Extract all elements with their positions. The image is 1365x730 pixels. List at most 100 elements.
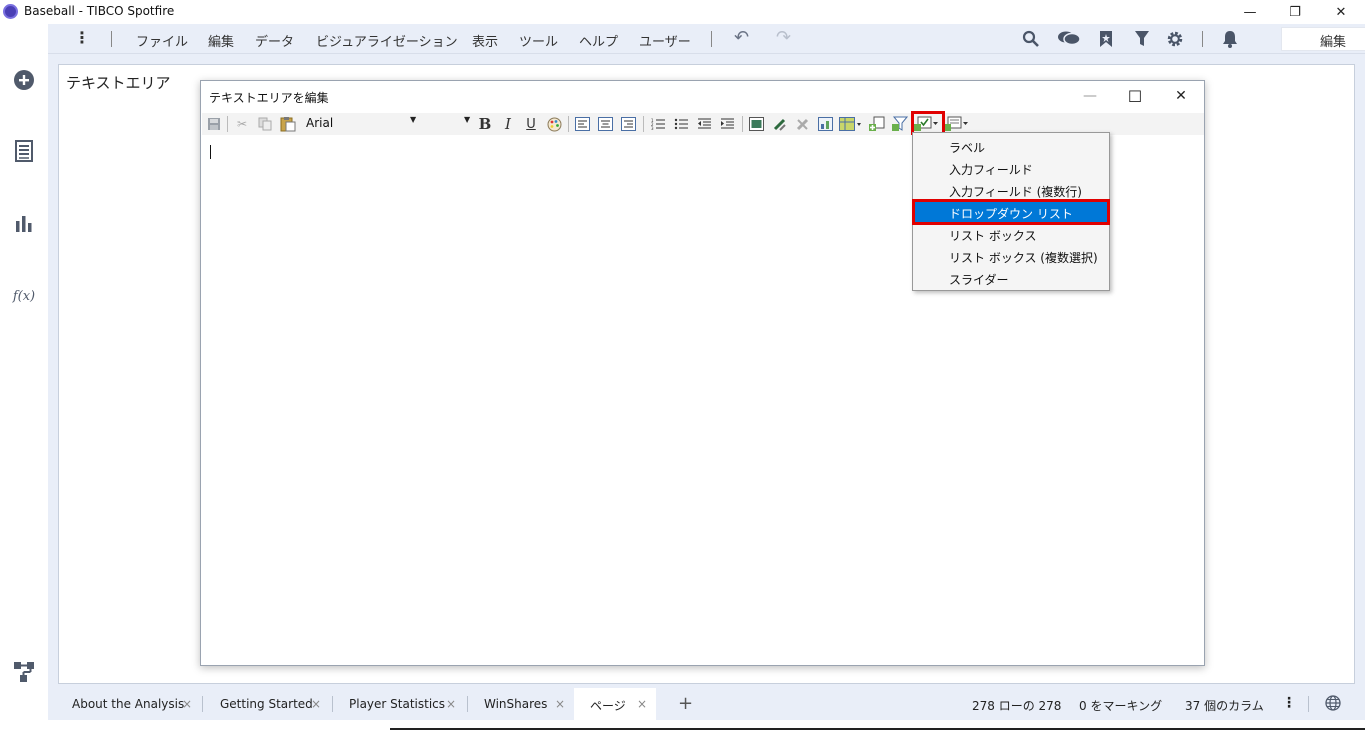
color-palette-icon[interactable] xyxy=(545,115,563,133)
tab-about-the-analysis[interactable]: About the Analysis × xyxy=(48,688,202,720)
close-icon[interactable]: × xyxy=(555,697,565,711)
toolbar-divider xyxy=(227,116,228,132)
insert-link-icon[interactable] xyxy=(770,115,788,133)
menu-file[interactable]: ファイル xyxy=(136,31,188,50)
tab-label: WinShares xyxy=(484,697,548,711)
insert-dynamic-item-dropdown-icon[interactable] xyxy=(944,115,970,133)
tab-label: About the Analysis xyxy=(72,697,185,711)
status-divider xyxy=(1308,696,1309,712)
toolbar-divider xyxy=(568,116,569,132)
tab-page[interactable]: ページ × xyxy=(574,688,656,720)
comments-icon[interactable] xyxy=(1056,28,1082,50)
bullet-list-icon[interactable] xyxy=(672,115,690,133)
tab-getting-started[interactable]: Getting Started × xyxy=(203,688,332,720)
menu-edit[interactable]: 編集 xyxy=(208,31,234,50)
add-page-button[interactable]: + xyxy=(678,693,693,714)
menu-item-list-box[interactable]: リスト ボックス xyxy=(914,223,1108,245)
menu-data[interactable]: データ xyxy=(255,31,294,50)
numbered-list-icon[interactable]: 123 xyxy=(649,115,667,133)
dialog-maximize-button[interactable]: ☐ xyxy=(1115,85,1155,107)
menu-divider xyxy=(711,31,712,47)
tab-label: ページ xyxy=(590,699,626,713)
property-control-menu: ラベル 入力フィールド 入力フィールド (複数行) ドロップダウン リスト リス… xyxy=(912,132,1110,291)
underline-button[interactable]: U xyxy=(522,115,540,133)
tab-winshares[interactable]: WinShares × xyxy=(468,688,574,720)
close-icon[interactable]: × xyxy=(311,697,321,711)
menu-item-input-field-multiline[interactable]: 入力フィールド (複数行) xyxy=(914,179,1108,201)
close-icon[interactable]: × xyxy=(446,697,456,711)
restore-button[interactable]: ❐ xyxy=(1272,0,1318,24)
gear-icon[interactable] xyxy=(1164,28,1186,50)
bookmark-icon[interactable] xyxy=(1095,28,1117,50)
menu-bar: ⋮ ファイル 編集 データ ビジュアライゼーション 表示 ツール ヘルプ ユーザ… xyxy=(48,24,1365,54)
dialog-close-button[interactable]: ✕ xyxy=(1161,85,1201,107)
title-bar: Baseball - TIBCO Spotfire — ❐ ✕ xyxy=(0,0,1365,24)
add-circle-icon[interactable] xyxy=(12,68,36,92)
copy-icon[interactable] xyxy=(256,115,274,133)
close-icon[interactable]: × xyxy=(637,697,647,711)
globe-icon[interactable] xyxy=(1325,695,1341,714)
filter-icon[interactable] xyxy=(1131,28,1153,50)
menu-view[interactable]: 表示 xyxy=(472,31,498,50)
left-sidebar: f(x) xyxy=(0,24,48,730)
menu-item-slider[interactable]: スライダー xyxy=(914,267,1108,289)
insert-image-icon[interactable] xyxy=(747,115,765,133)
insert-filter-icon[interactable] xyxy=(891,115,909,133)
menu-divider xyxy=(111,31,112,47)
mode-select-value: 編集 xyxy=(1320,35,1347,50)
menu-help[interactable]: ヘルプ xyxy=(579,31,618,50)
visualization-title: テキストエリア xyxy=(66,74,171,92)
row-count-status: 278 ローの 278 xyxy=(972,699,1062,713)
insert-table-dropdown-icon[interactable] xyxy=(839,115,863,133)
cut-icon[interactable]: ✂ xyxy=(233,115,251,133)
italic-button[interactable]: I xyxy=(499,115,517,133)
data-table-icon[interactable] xyxy=(12,139,36,163)
menu-visualization[interactable]: ビジュアライゼーション xyxy=(316,31,458,50)
insert-action-control-icon[interactable] xyxy=(868,115,886,133)
search-icon[interactable] xyxy=(1020,28,1042,50)
bar-chart-icon[interactable] xyxy=(12,211,36,235)
toolbar-divider xyxy=(643,116,644,132)
menu-tools[interactable]: ツール xyxy=(519,31,558,50)
align-left-icon[interactable] xyxy=(573,115,591,133)
column-count-status: 37 個のカラム xyxy=(1185,699,1264,713)
dialog-minimize-button[interactable]: — xyxy=(1070,85,1110,107)
outdent-icon[interactable] xyxy=(695,115,713,133)
menu-divider xyxy=(1202,31,1203,47)
svg-text:3: 3 xyxy=(651,126,654,131)
spotfire-logo-icon xyxy=(3,4,18,19)
tab-label: Getting Started xyxy=(220,697,313,711)
more-menu-button[interactable]: ⋮ xyxy=(74,28,90,47)
dialog-title: テキストエリアを編集 xyxy=(209,91,329,105)
save-icon[interactable] xyxy=(205,115,223,133)
menu-item-list-box-multi[interactable]: リスト ボックス (複数選択) xyxy=(914,245,1108,267)
redo-icon[interactable]: ↷ xyxy=(776,27,791,48)
bold-button[interactable]: B xyxy=(476,115,494,133)
align-right-icon[interactable] xyxy=(619,115,637,133)
remove-link-icon[interactable] xyxy=(793,115,811,133)
status-more-button[interactable]: ⋮ xyxy=(1282,695,1296,711)
close-button[interactable]: ✕ xyxy=(1318,0,1364,24)
minimize-button[interactable]: — xyxy=(1227,0,1273,24)
align-center-icon[interactable] xyxy=(596,115,614,133)
function-icon[interactable]: f(x) xyxy=(12,284,36,308)
font-name-field[interactable]: Arial xyxy=(304,115,420,133)
menu-item-dropdown-list[interactable]: ドロップダウン リスト xyxy=(912,199,1110,225)
flow-icon[interactable] xyxy=(12,660,36,684)
toolbar-divider xyxy=(742,116,743,132)
undo-icon[interactable]: ↶ xyxy=(734,27,749,48)
font-dropdown-icon[interactable]: ▼ xyxy=(410,115,416,124)
insert-visualization-icon[interactable] xyxy=(816,115,834,133)
menu-item-input-field[interactable]: 入力フィールド xyxy=(914,157,1108,179)
menu-user[interactable]: ユーザー xyxy=(639,31,691,50)
paste-icon[interactable] xyxy=(279,115,297,133)
indent-icon[interactable] xyxy=(718,115,736,133)
close-icon[interactable]: × xyxy=(182,697,192,711)
tab-player-statistics[interactable]: Player Statistics × xyxy=(333,688,467,720)
marked-count-status: 0 をマーキング xyxy=(1079,699,1163,713)
font-size-dropdown-icon[interactable]: ▼ xyxy=(464,115,470,124)
bell-icon[interactable] xyxy=(1219,28,1241,50)
window-title: Baseball - TIBCO Spotfire xyxy=(24,4,175,18)
mode-select[interactable]: 編集 ⌄ xyxy=(1281,27,1365,51)
menu-item-label[interactable]: ラベル xyxy=(914,135,1108,157)
